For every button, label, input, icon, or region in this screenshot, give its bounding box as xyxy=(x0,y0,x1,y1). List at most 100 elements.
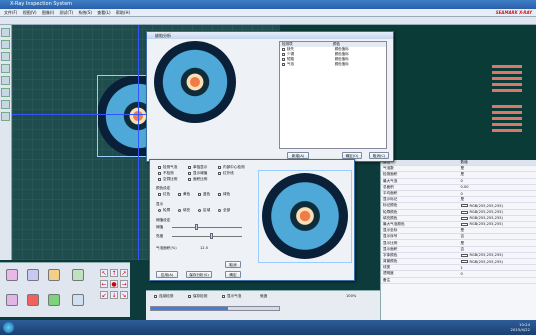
arrow-down-right-icon[interactable]: ↘ xyxy=(120,291,128,299)
circle-tool-icon[interactable] xyxy=(1,76,10,85)
option-void[interactable]: 空洞比例 xyxy=(156,177,177,182)
ok-button[interactable]: 确定(O) xyxy=(342,152,362,159)
arrow-left-icon[interactable]: ← xyxy=(100,280,108,288)
color-blue[interactable]: 蓝色 xyxy=(196,192,210,197)
arrow-up-right-icon[interactable]: ↗ xyxy=(120,269,128,277)
cancel-button[interactable]: 取消(C) xyxy=(369,152,389,159)
color-yellow[interactable]: 黄色 xyxy=(176,192,190,197)
pan-tool-icon[interactable] xyxy=(1,112,10,121)
color-green[interactable]: 绿色 xyxy=(216,192,230,197)
color-swatch[interactable] xyxy=(460,222,468,226)
option-single[interactable]: 单独显示 xyxy=(186,165,207,170)
measure-tool-icon[interactable] xyxy=(1,52,10,61)
prev-icon[interactable] xyxy=(6,269,18,281)
dialog2-ok-button[interactable]: 确定 xyxy=(225,271,241,278)
brightness-handle[interactable] xyxy=(210,233,213,239)
start-button[interactable] xyxy=(3,322,14,333)
arrow-center-icon[interactable]: ● xyxy=(110,280,118,288)
color-swatch[interactable] xyxy=(460,216,468,220)
apply-button[interactable]: 应用(A) xyxy=(156,271,178,278)
arrow-down-icon[interactable]: ↓ xyxy=(110,291,118,299)
display-region[interactable]: 区域 xyxy=(196,208,210,213)
property-value: 1 xyxy=(460,265,463,270)
menu-bar: 文件(F) 视图(V) 图像(I) 测试(T) 系统(S) 查看(L) 帮助(H… xyxy=(0,9,536,17)
option-center[interactable]: 内部中心检测 xyxy=(216,165,245,170)
property-value: 0 xyxy=(460,191,463,196)
menu-file[interactable]: 文件(F) xyxy=(4,9,17,17)
option-area[interactable]: 面积比例 xyxy=(186,177,207,182)
checkbox[interactable] xyxy=(282,53,285,56)
list-item[interactable]: 气泡 颜色值标 xyxy=(280,62,386,67)
property-key: 总面积 xyxy=(383,184,394,189)
threshold-label: 阈值 xyxy=(156,225,164,229)
save-analysis-button[interactable]: 保存分析(S) xyxy=(186,271,212,278)
dialog-title: 缺陷分析 xyxy=(147,32,393,39)
menu-look[interactable]: 查看(L) xyxy=(97,9,110,17)
checkbox[interactable] xyxy=(282,63,285,66)
arrow-up-left-icon[interactable]: ↖ xyxy=(100,269,108,277)
property-key: 轮廓颜色 xyxy=(383,209,398,214)
section-color: 颜色设定 xyxy=(156,186,171,190)
play-icon[interactable] xyxy=(48,294,60,306)
property-row[interactable]: 备注 xyxy=(381,278,536,284)
property-key: 字体颜色 xyxy=(383,252,398,257)
brightness-slider[interactable] xyxy=(172,236,242,237)
show-bubble-check[interactable]: 显示气泡 xyxy=(220,294,241,299)
add-button[interactable]: 新增(A) xyxy=(287,152,309,159)
option-infrared[interactable]: 红外线 xyxy=(216,171,234,176)
option-none[interactable]: 不检测 xyxy=(156,171,174,176)
rotate-icon[interactable] xyxy=(6,294,18,306)
option-threshold[interactable]: 显示阈值 xyxy=(186,171,207,176)
property-value: 是 xyxy=(460,240,465,245)
line-tool-icon[interactable] xyxy=(1,88,10,97)
display-fill[interactable]: 填充 xyxy=(176,208,190,213)
zoom-text: 100% xyxy=(346,294,357,298)
color-swatch[interactable] xyxy=(460,204,468,208)
menu-image[interactable]: 图像(I) xyxy=(42,9,54,17)
defect-analysis-dialog: 缺陷分析 检测项 颜色 缺失 颜色值标 少锡 颜色值标 短路 颜色值标 气泡 颜色值标 … xyxy=(146,31,394,162)
arrow-up-icon[interactable]: ↑ xyxy=(110,269,118,277)
color-swatch[interactable] xyxy=(460,260,468,264)
next-icon[interactable] xyxy=(27,269,39,281)
text-tool-icon[interactable] xyxy=(1,100,10,109)
threshold-slider[interactable] xyxy=(172,227,242,228)
analysis-frame[interactable] xyxy=(258,170,352,263)
arrow-right-icon[interactable]: → xyxy=(120,280,128,288)
checkbox[interactable] xyxy=(282,58,285,61)
zoom-tool-icon[interactable] xyxy=(1,40,10,49)
pause-icon[interactable] xyxy=(72,294,84,306)
pointer-tool-icon[interactable] xyxy=(1,28,10,37)
color-swatch[interactable] xyxy=(460,210,468,214)
continuous-check[interactable]: 连续检测 xyxy=(152,294,173,299)
property-key: 显示坐标 xyxy=(383,228,398,233)
progress-fill xyxy=(151,307,228,310)
property-key: 显示标记 xyxy=(383,197,398,202)
display-outline[interactable]: 轮廓 xyxy=(156,208,170,213)
rect-tool-icon[interactable] xyxy=(1,64,10,73)
menu-test[interactable]: 测试(T) xyxy=(59,9,73,17)
menu-system[interactable]: 系统(S) xyxy=(78,9,92,17)
color-red[interactable]: 红色 xyxy=(156,192,170,197)
property-value: 是 xyxy=(460,228,465,233)
threshold-handle[interactable] xyxy=(195,224,198,230)
stop-icon[interactable] xyxy=(27,294,39,306)
defect-list[interactable]: 检测项 颜色 缺失 颜色值标 少锡 颜色值标 短路 颜色值标 气泡 颜色值标 xyxy=(279,41,387,149)
dialog2-cancel-button[interactable]: 取消 xyxy=(225,261,241,268)
progress-bar xyxy=(150,306,280,311)
save-check[interactable]: 保存检测 xyxy=(186,294,207,299)
eject-icon[interactable] xyxy=(48,269,60,281)
checkbox[interactable] xyxy=(282,48,285,51)
control-pad: ↖ ↑ ↗ ← ● → ↙ ↓ ↘ xyxy=(0,262,130,317)
menu-help[interactable]: 帮助(H) xyxy=(116,9,130,17)
property-key: 背景颜色 xyxy=(383,259,398,264)
bubble-settings-dialog: 检测气泡 单独显示 内部中心检测 不检测 显示阈值 红外线 空洞比例 面积比例 … xyxy=(149,159,355,281)
clock: 10:24 2015/4/22 xyxy=(511,322,530,332)
menu-view[interactable]: 视图(V) xyxy=(23,9,37,17)
option-bubble[interactable]: 检测气泡 xyxy=(156,165,177,170)
move-icon[interactable] xyxy=(72,269,84,281)
property-key: 透明度 xyxy=(383,271,394,276)
color-swatch[interactable] xyxy=(460,253,468,257)
display-all[interactable]: 全部 xyxy=(216,208,230,213)
left-toolbar xyxy=(0,25,12,260)
arrow-down-left-icon[interactable]: ↙ xyxy=(100,291,108,299)
